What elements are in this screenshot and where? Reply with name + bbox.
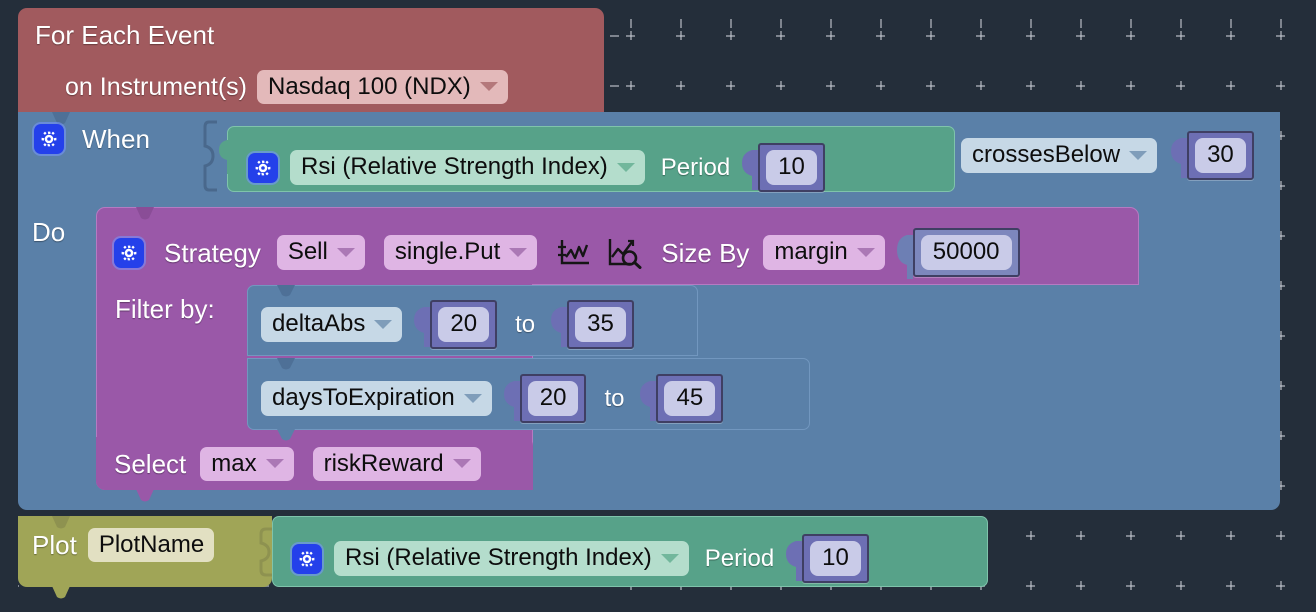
gear-icon[interactable] bbox=[34, 124, 64, 154]
filter-days-bottom-notch bbox=[277, 429, 295, 441]
select-metric-value: riskReward bbox=[323, 450, 444, 477]
filter-max-number-box-0[interactable]: 35 bbox=[567, 300, 634, 349]
plot-period-field[interactable]: 10 bbox=[786, 534, 869, 583]
do-label: Do bbox=[32, 217, 66, 247]
filter-field-value-1: daysToExpiration bbox=[272, 384, 455, 412]
value-socket-icon bbox=[640, 380, 657, 421]
blockly-workspace[interactable]: For Each Event on Instrument(s) Nasdaq 1… bbox=[0, 0, 1316, 612]
for-each-event-title: For Each Event bbox=[35, 20, 215, 50]
comparator-dropdown-value: crossesBelow bbox=[972, 141, 1121, 169]
value-socket-icon bbox=[786, 540, 803, 581]
chevron-down-icon bbox=[479, 82, 498, 92]
period-value-field[interactable]: 10 bbox=[742, 143, 825, 192]
value-socket-icon bbox=[1171, 137, 1188, 178]
filter-field-dropdown-1[interactable]: daysToExpiration bbox=[261, 381, 492, 416]
comparator-dropdown[interactable]: crossesBelow bbox=[961, 138, 1158, 173]
size-amount-number-box[interactable]: 50000 bbox=[912, 228, 1020, 277]
chevron-down-icon bbox=[660, 553, 679, 563]
chevron-down-icon bbox=[616, 162, 635, 172]
filter-min-field-0[interactable]: 20 bbox=[414, 300, 498, 349]
gear-icon[interactable] bbox=[292, 543, 322, 574]
chevron-down-icon bbox=[452, 459, 471, 469]
filter-max-number-box-1[interactable]: 45 bbox=[656, 374, 724, 423]
instrument-dropdown-value: Nasdaq 100 (NDX) bbox=[268, 73, 471, 100]
filter-days-top-notch bbox=[277, 358, 295, 370]
plot-period-label: Period bbox=[704, 544, 775, 572]
filter-to-label-0: to bbox=[515, 310, 536, 338]
chevron-down-icon bbox=[463, 393, 482, 403]
when-label: When bbox=[82, 124, 150, 154]
strategy-leg-dropdown[interactable]: single.Put bbox=[383, 235, 538, 270]
strategy-bottom-notch bbox=[136, 489, 154, 502]
chevron-down-icon bbox=[509, 247, 528, 257]
plot-period-value: 10 bbox=[810, 541, 861, 576]
select-aggregate-dropdown[interactable]: max bbox=[200, 447, 294, 482]
indicator-rsi-when-output-plug bbox=[219, 140, 231, 174]
gear-icon[interactable] bbox=[248, 152, 278, 183]
filter-max-field-1[interactable]: 45 bbox=[640, 374, 724, 423]
plot-indicator-value: Rsi (Relative Strength Index) bbox=[345, 544, 652, 572]
filter-min-value-0: 20 bbox=[438, 307, 490, 342]
filter-min-number-box-1[interactable]: 20 bbox=[519, 374, 587, 423]
filter-max-field-0[interactable]: 35 bbox=[551, 300, 634, 349]
period-label: Period bbox=[660, 153, 731, 181]
value-socket-icon bbox=[551, 306, 568, 347]
filter-field-dropdown-0[interactable]: deltaAbs bbox=[261, 307, 403, 342]
size-amount-field[interactable]: 50000 bbox=[896, 228, 1020, 279]
threshold-value-field[interactable]: 30 bbox=[1171, 131, 1254, 180]
chevron-down-icon bbox=[374, 319, 393, 329]
value-socket-icon bbox=[414, 306, 431, 347]
plot-bottom-notch bbox=[52, 586, 70, 599]
plot-period-number-box[interactable]: 10 bbox=[802, 534, 869, 583]
value-socket-icon bbox=[503, 380, 520, 421]
indicator-dropdown[interactable]: Rsi (Relative Strength Index) bbox=[290, 150, 645, 185]
select-aggregate-value: max bbox=[211, 450, 257, 477]
instrument-dropdown[interactable]: Nasdaq 100 (NDX) bbox=[257, 70, 508, 105]
plot-label: Plot bbox=[32, 530, 77, 561]
indicator-dropdown-value: Rsi (Relative Strength Index) bbox=[301, 153, 608, 181]
workspace-left-gutter bbox=[0, 0, 18, 612]
plot-name-value: PlotName bbox=[98, 531, 205, 558]
block-for-each-event[interactable]: For Each Event on Instrument(s) Nasdaq 1… bbox=[18, 8, 604, 113]
filter-min-number-box-0[interactable]: 20 bbox=[430, 300, 498, 349]
threshold-number-box[interactable]: 30 bbox=[1187, 131, 1254, 180]
strategy-leg-value: single.Put bbox=[394, 238, 501, 266]
size-by-label: Size By bbox=[661, 237, 750, 268]
chevron-down-icon bbox=[265, 459, 284, 469]
chart-magnifier-icon[interactable] bbox=[607, 237, 643, 269]
chevron-down-icon bbox=[336, 247, 355, 257]
size-by-dropdown[interactable]: margin bbox=[763, 235, 885, 270]
strategy-label: Strategy bbox=[164, 237, 261, 268]
filter-by-label: Filter by: bbox=[115, 294, 215, 324]
value-socket-icon bbox=[742, 149, 759, 190]
strategy-side-dropdown[interactable]: Sell bbox=[276, 235, 365, 270]
filter-max-value-1: 45 bbox=[664, 381, 716, 416]
threshold-number-value: 30 bbox=[1195, 138, 1246, 173]
chevron-down-icon bbox=[856, 247, 875, 257]
period-number-box[interactable]: 10 bbox=[758, 143, 825, 192]
strategy-top-notch bbox=[136, 207, 154, 220]
plot-name-field[interactable]: PlotName bbox=[87, 528, 215, 563]
period-number-value: 10 bbox=[766, 150, 817, 185]
strategy-side-value: Sell bbox=[287, 238, 328, 266]
size-by-value: margin bbox=[774, 238, 848, 266]
select-metric-dropdown[interactable]: riskReward bbox=[312, 447, 481, 482]
instrument-label: on Instrument(s) bbox=[65, 72, 248, 101]
plot-indicator-dropdown[interactable]: Rsi (Relative Strength Index) bbox=[334, 541, 689, 576]
filter-field-value-0: deltaAbs bbox=[272, 310, 366, 338]
filter-min-field-1[interactable]: 20 bbox=[503, 374, 587, 423]
filter-to-label-1: to bbox=[604, 384, 625, 412]
value-socket-icon bbox=[896, 234, 913, 279]
filter-delta-abs-top-notch bbox=[277, 285, 295, 297]
line-chart-icon[interactable] bbox=[557, 238, 591, 268]
size-amount-value: 50000 bbox=[920, 235, 1012, 270]
chevron-down-icon bbox=[1129, 150, 1148, 160]
select-label: Select bbox=[114, 449, 187, 480]
filter-max-value-0: 35 bbox=[575, 307, 626, 342]
gear-icon[interactable] bbox=[114, 237, 144, 268]
plot-value-socket[interactable] bbox=[258, 527, 274, 577]
filter-min-value-1: 20 bbox=[527, 381, 579, 416]
